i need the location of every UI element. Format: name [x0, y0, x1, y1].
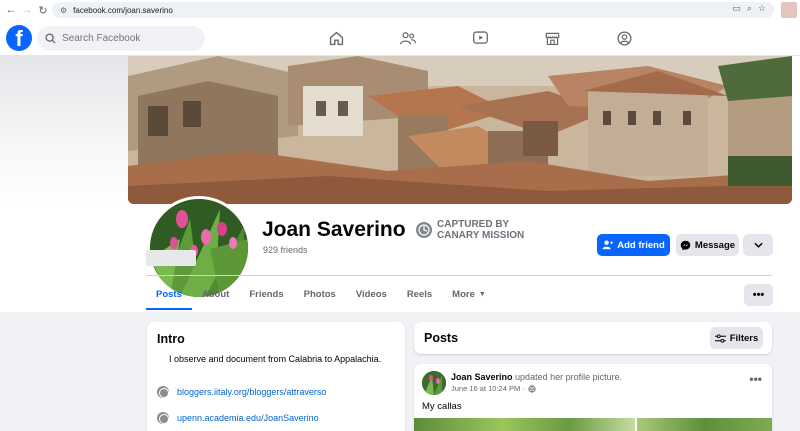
- main-navigation: [300, 26, 660, 50]
- stamp-line-2: CANARY MISSION: [437, 230, 525, 241]
- search-icon: [45, 33, 56, 44]
- add-friend-button[interactable]: Add friend: [597, 234, 670, 256]
- zoom-icon[interactable]: ⌕: [747, 3, 752, 14]
- tab-videos[interactable]: Videos: [346, 278, 397, 310]
- canary-mission-logo-icon: [416, 222, 432, 238]
- intro-title: Intro: [157, 332, 185, 346]
- stamp-line-1: CAPTURED BY: [437, 219, 510, 230]
- tab-posts[interactable]: Posts: [146, 278, 192, 310]
- tab-posts-label: Posts: [156, 288, 182, 300]
- tab-reels[interactable]: Reels: [397, 278, 442, 310]
- tab-videos-label: Videos: [355, 288, 387, 300]
- nav-groups[interactable]: [588, 26, 660, 50]
- intro-card: Intro I observe and document from Calabr…: [147, 322, 405, 431]
- post-card: Joan Saverino updated her profile pictur…: [414, 364, 772, 431]
- more-dots-icon: •••: [752, 289, 765, 301]
- site-info-icon[interactable]: ⚙: [60, 6, 67, 15]
- tab-about[interactable]: About: [192, 278, 239, 310]
- cover-photo-image: [128, 56, 792, 204]
- posts-header-card: Posts Filters: [414, 322, 772, 354]
- profile-header: Joan Saverino 929 friends CAPTURED BY CA…: [0, 56, 800, 312]
- intro-link-blog[interactable]: bloggers.iitaly.org/bloggers/attraverso: [157, 386, 326, 398]
- post-photo[interactable]: [414, 418, 772, 431]
- cover-side-gradient: [0, 56, 128, 206]
- profile-name: Joan Saverino: [262, 218, 406, 241]
- groups-icon: [616, 30, 632, 46]
- url-text: facebook.com/joan.saverino: [73, 5, 173, 15]
- post-author-avatar[interactable]: [422, 371, 446, 395]
- search-input[interactable]: [62, 33, 192, 44]
- watch-icon: [472, 31, 488, 44]
- browser-profile-avatar[interactable]: [781, 2, 797, 18]
- friends-count[interactable]: 929 friends: [263, 245, 308, 255]
- public-globe-icon: [528, 384, 536, 393]
- tabs-more-options-button[interactable]: •••: [744, 284, 773, 306]
- add-friend-label: Add friend: [617, 239, 665, 251]
- caret-down-icon: ▼: [478, 290, 486, 298]
- tab-reels-label: Reels: [406, 288, 433, 300]
- profile-options-button[interactable]: [743, 234, 773, 256]
- intro-bio: I observe and document from Calabria to …: [169, 354, 382, 364]
- nav-friends[interactable]: [372, 26, 444, 50]
- post-photo-part-1: [414, 418, 635, 431]
- blurred-placeholder: [146, 250, 196, 266]
- globe-icon: [157, 386, 169, 398]
- friends-icon: [400, 31, 416, 44]
- tab-friends-label: Friends: [249, 288, 284, 300]
- post-meta: June 16 at 10:24 PM ·: [451, 384, 536, 393]
- facebook-header: f: [0, 20, 800, 56]
- home-icon: [329, 31, 343, 45]
- browser-toolbar: ← → ↻ ⚙ facebook.com/joan.saverino ▭ ⌕ ☆: [0, 0, 800, 20]
- tab-friends[interactable]: Friends: [239, 278, 293, 310]
- cover-photo[interactable]: [128, 56, 792, 204]
- add-friend-icon: [602, 240, 614, 250]
- profile-tabs: Posts About Friends Photos Videos Reels …: [146, 278, 496, 310]
- marketplace-icon: [545, 32, 559, 45]
- filters-icon: [714, 333, 726, 343]
- address-bar[interactable]: ⚙ facebook.com/joan.saverino: [52, 2, 774, 18]
- messenger-icon: [680, 240, 691, 250]
- nav-home[interactable]: [300, 26, 372, 50]
- chevron-down-icon: [753, 242, 763, 248]
- post-text: My callas: [422, 401, 462, 412]
- cast-icon[interactable]: ▭: [732, 3, 741, 14]
- reload-icon[interactable]: ↻: [34, 1, 52, 19]
- message-button[interactable]: Message: [676, 234, 739, 256]
- tab-more-label: More: [452, 288, 475, 300]
- intro-link-academia[interactable]: upenn.academia.edu/JoanSaverino: [157, 412, 319, 424]
- nav-watch[interactable]: [444, 26, 516, 50]
- facebook-logo-letter: f: [15, 26, 23, 51]
- filters-button[interactable]: Filters: [710, 327, 763, 349]
- nav-marketplace[interactable]: [516, 26, 588, 50]
- globe-icon: [157, 412, 169, 424]
- tab-about-label: About: [201, 288, 230, 300]
- tab-photos[interactable]: Photos: [294, 278, 346, 310]
- post-options-icon[interactable]: •••: [749, 372, 762, 386]
- filters-label: Filters: [729, 332, 759, 344]
- header-divider: [146, 275, 772, 276]
- tab-photos-label: Photos: [303, 288, 336, 300]
- posts-title: Posts: [424, 331, 459, 345]
- bookmark-star-icon[interactable]: ☆: [758, 3, 766, 14]
- message-label: Message: [694, 239, 736, 251]
- post-author-avatar-image: [422, 371, 446, 395]
- post-author-name[interactable]: Joan Saverino: [451, 372, 513, 382]
- post-header-line: Joan Saverino updated her profile pictur…: [451, 372, 622, 382]
- post-action: updated her profile picture.: [515, 372, 623, 382]
- post-photo-part-2: [637, 418, 772, 431]
- canary-mission-stamp: CAPTURED BY CANARY MISSION: [416, 219, 524, 241]
- tab-more[interactable]: More ▼: [442, 278, 496, 310]
- intro-link-academia-text[interactable]: upenn.academia.edu/JoanSaverino: [177, 413, 319, 423]
- intro-link-blog-text[interactable]: bloggers.iitaly.org/bloggers/attraverso: [177, 387, 326, 397]
- search-bar[interactable]: [37, 26, 205, 51]
- post-timestamp[interactable]: June 16 at 10:24 PM ·: [451, 384, 525, 393]
- facebook-logo[interactable]: f: [6, 25, 32, 51]
